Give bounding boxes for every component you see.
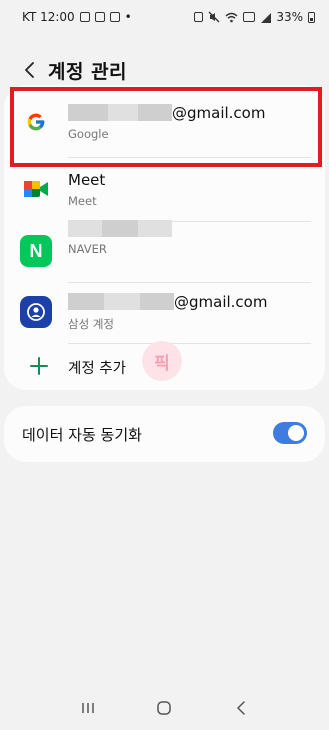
recent-apps-icon [82, 703, 94, 713]
account-row-meet[interactable]: Meet Meet [4, 160, 325, 218]
mute-icon [208, 11, 220, 23]
account-type: NAVER [68, 242, 107, 256]
back-icon [237, 701, 245, 715]
redacted-text [138, 220, 172, 237]
auto-sync-card[interactable]: 데이터 자동 동기화 [4, 406, 325, 462]
lock-icon [194, 12, 204, 22]
battery-percent: 33% [276, 10, 303, 24]
account-name [68, 220, 172, 237]
volte-icon [243, 12, 256, 22]
status-left: KT 12:00 • [22, 10, 132, 24]
signal-icon [261, 12, 272, 23]
account-row-naver[interactable]: N NAVER [4, 220, 325, 280]
account-type: Meet [68, 193, 97, 208]
status-bar: KT 12:00 • 33% [0, 0, 329, 34]
meet-icon [20, 173, 52, 205]
divider [68, 343, 311, 344]
back-button[interactable] [12, 52, 48, 88]
plus-icon [30, 357, 48, 375]
home-icon [157, 701, 172, 715]
navigation-bar [0, 686, 329, 730]
redacted-text [102, 220, 138, 237]
redacted-text [104, 293, 140, 310]
more-notifications-dot: • [124, 10, 132, 24]
samsung-account-icon [20, 296, 52, 328]
redacted-text [68, 220, 102, 237]
add-account-label: 계정 추가 [68, 361, 126, 377]
account-email: @gmail.com [68, 293, 267, 311]
toggle-knob [288, 425, 304, 441]
account-type: 삼성 계정 [68, 316, 114, 331]
battery-icon [308, 11, 315, 23]
highlight-box [10, 87, 322, 167]
account-text: Meet Meet [68, 171, 105, 208]
account-name: Meet [68, 170, 106, 189]
account-email-suffix: @gmail.com [174, 292, 268, 311]
gallery-notification-icon [79, 12, 90, 22]
auto-sync-label: 데이터 자동 동기화 [22, 425, 142, 444]
watermark-logo: 픽 [142, 341, 182, 381]
page-title: 계정 관리 [48, 60, 128, 83]
auto-sync-toggle[interactable] [273, 422, 307, 444]
redacted-text [140, 293, 174, 310]
back-nav-button[interactable] [221, 688, 261, 728]
redacted-text [68, 293, 104, 310]
header: 계정 관리 [0, 52, 329, 88]
app-notification-icon [94, 12, 105, 22]
naver-icon: N [20, 235, 52, 267]
home-button[interactable] [144, 688, 184, 728]
account-text: @gmail.com 삼성 계정 [68, 293, 267, 332]
carrier-time: KT 12:00 [22, 10, 75, 24]
wifi-icon [225, 12, 238, 22]
recent-apps-button[interactable] [68, 688, 108, 728]
account-text: NAVER [68, 220, 172, 256]
message-notification-icon [109, 12, 120, 22]
account-row-samsung[interactable]: @gmail.com 삼성 계정 [4, 283, 325, 341]
chevron-left-icon [25, 62, 34, 78]
status-right: 33% [194, 10, 315, 24]
